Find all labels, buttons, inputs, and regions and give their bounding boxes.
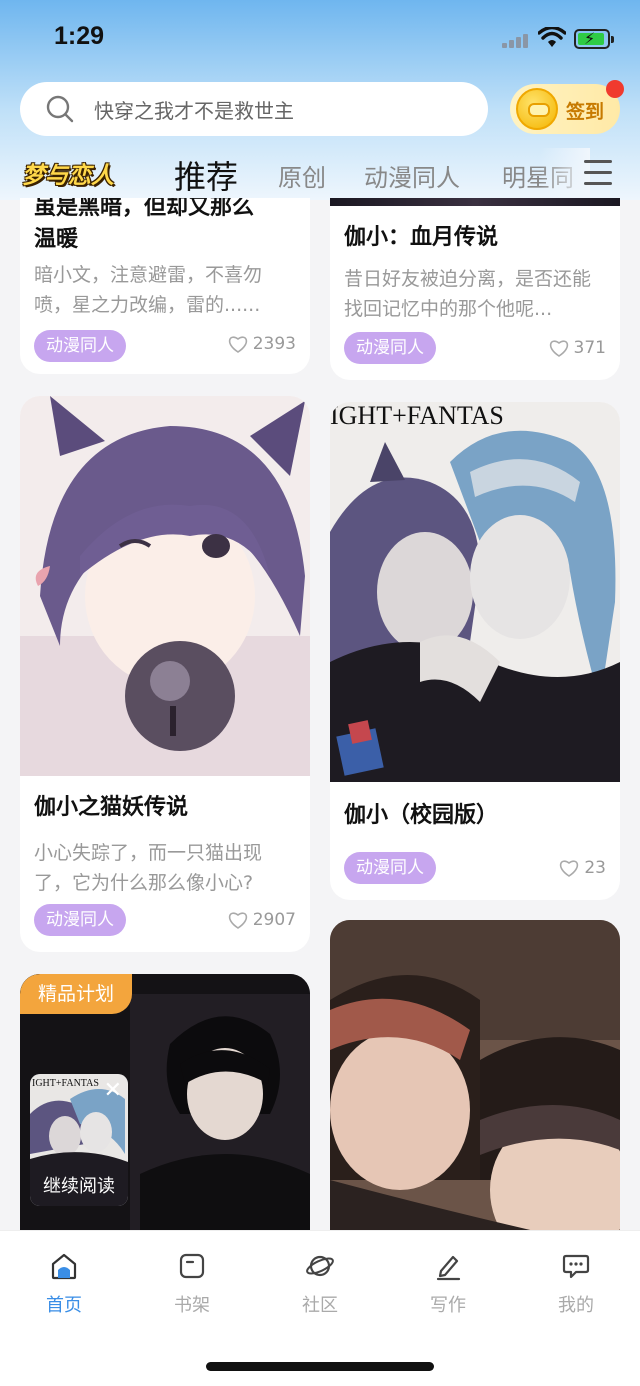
- card-title-line: 虽是黑暗，但却又那么: [34, 198, 255, 220]
- menu-icon[interactable]: [584, 160, 614, 186]
- card-description: 昔日好友被迫分离，是否还能找回记忆中的那个他呢...: [344, 268, 592, 320]
- card-tag[interactable]: 动漫同人: [344, 852, 436, 884]
- nav-label: 书架: [174, 1295, 210, 1316]
- story-card[interactable]: 伽小：血月传说 昔日好友被迫分离，是否还能找回记忆中的那个他呢... 动漫同人 …: [330, 198, 620, 380]
- checkin-button[interactable]: 签到: [510, 84, 620, 134]
- heart-icon: [560, 860, 579, 877]
- nav-profile[interactable]: 我的: [536, 1251, 616, 1317]
- status-time: 1:29: [54, 22, 105, 50]
- continue-reading-label: 继续阅读: [43, 1176, 115, 1197]
- tab-fade: [540, 148, 590, 198]
- wifi-icon: [538, 27, 566, 47]
- pen-icon: [436, 1255, 461, 1281]
- continue-reading-cover-text: IGHT+FANTAS: [32, 1078, 99, 1089]
- heart-icon: [228, 336, 247, 353]
- continue-reading-widget[interactable]: IGHT+FANTAS ✕ 继续阅读: [30, 1074, 128, 1206]
- notification-dot: [606, 80, 624, 98]
- cover-art-text: IGHT+FANTAS: [330, 402, 504, 430]
- nav-write[interactable]: 写作: [408, 1251, 488, 1317]
- home-icon: [51, 1253, 77, 1280]
- story-card[interactable]: [330, 920, 620, 1230]
- tab-recommend[interactable]: 推荐: [174, 152, 238, 198]
- nav-label: 写作: [430, 1295, 466, 1316]
- story-card[interactable]: 虽是黑暗，但却又那么 温暖 暗小文，注意避雷，不喜勿喷，星之力改编，雷的....…: [20, 198, 310, 374]
- likes-count: 2393: [252, 334, 296, 354]
- cover-art: [20, 396, 310, 776]
- tab-anime-fanfic[interactable]: 动漫同人: [364, 158, 460, 193]
- heart-icon: [549, 340, 568, 357]
- story-card[interactable]: IGHT+FANTAS 伽小（校园版） 动漫同人 23: [330, 402, 620, 900]
- card-title: 伽小：血月传说: [344, 225, 499, 250]
- planet-icon: [306, 1255, 334, 1277]
- tab-original[interactable]: 原创: [278, 158, 326, 193]
- nav-label: 首页: [46, 1295, 82, 1316]
- cellular-signal-icon: [502, 32, 532, 48]
- status-bar: 1:29 ⚡: [0, 0, 640, 74]
- home-indicator: [206, 1362, 434, 1371]
- chat-bubble-icon: [562, 1254, 590, 1279]
- nav-label: 社区: [302, 1295, 338, 1316]
- card-title: 伽小之猫妖传说: [34, 795, 189, 820]
- search-icon: [46, 95, 74, 123]
- battery-icon: ⚡: [574, 29, 614, 49]
- category-tabs: 梦与恋人 推荐 原创 动漫同人 明星同: [0, 148, 640, 198]
- cover-art: [330, 920, 620, 1230]
- story-card[interactable]: 伽小之猫妖传说 小心失踪了，而一只猫出现了，它为什么那么像小心? 动漫同人 29…: [20, 396, 310, 952]
- checkin-label: 签到: [566, 101, 605, 123]
- card-title-line: 温暖: [34, 227, 79, 252]
- card-tag[interactable]: 动漫同人: [34, 330, 126, 362]
- search-bar[interactable]: 快穿之我才不是救世主: [20, 82, 488, 136]
- nav-bookshelf[interactable]: 书架: [152, 1251, 232, 1317]
- card-likes[interactable]: 2393: [228, 334, 296, 354]
- cover-art: [330, 198, 620, 206]
- heart-icon: [228, 912, 247, 929]
- card-title: 伽小（校园版）: [344, 803, 499, 828]
- likes-count: 23: [584, 858, 606, 878]
- card-likes[interactable]: 371: [549, 338, 606, 358]
- likes-count: 371: [573, 338, 606, 358]
- cover-art: IGHT+FANTAS: [330, 402, 620, 782]
- card-description: 小心失踪了，而一只猫出现了，它为什么那么像小心?: [34, 842, 263, 894]
- tab-logo[interactable]: 梦与恋人: [22, 156, 114, 190]
- nav-community[interactable]: 社区: [280, 1251, 360, 1317]
- nav-label: 我的: [558, 1295, 594, 1316]
- card-description: 暗小文，注意避雷，不喜勿喷，星之力改编，雷的......: [34, 264, 263, 316]
- premium-badge: 精品计划: [20, 974, 133, 1014]
- coin-face-icon: [516, 88, 558, 130]
- close-icon[interactable]: ✕: [104, 1078, 122, 1103]
- nav-home[interactable]: 首页: [24, 1251, 104, 1317]
- card-tag[interactable]: 动漫同人: [344, 332, 436, 364]
- bookshelf-icon: [179, 1253, 205, 1279]
- card-likes[interactable]: 23: [559, 858, 606, 878]
- card-tag[interactable]: 动漫同人: [34, 904, 126, 936]
- likes-count: 2907: [252, 910, 296, 930]
- search-placeholder: 快穿之我才不是救世主: [94, 99, 294, 123]
- card-likes[interactable]: 2907: [228, 910, 296, 930]
